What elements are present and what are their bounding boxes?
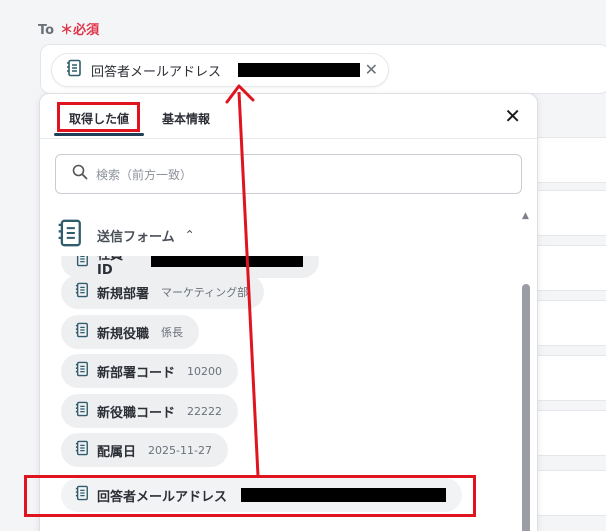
to-label-text: To <box>38 23 55 38</box>
scroll-up-arrow[interactable]: ▲ <box>522 211 529 221</box>
search-input[interactable]: 検索（前方一致） <box>55 154 522 194</box>
highlight-box-tab <box>57 102 140 132</box>
spreadsheet-icon <box>75 256 89 271</box>
background-row <box>536 245 606 291</box>
item-name: 新規役職 <box>97 326 150 342</box>
redacted-value <box>238 63 360 77</box>
item-value: 22222 <box>187 404 223 418</box>
to-field-label: To ＊必須 <box>38 19 99 38</box>
background-row <box>536 470 606 516</box>
chevron-up-icon[interactable]: ⌃ <box>185 228 195 242</box>
background-row <box>536 410 606 456</box>
item-value: 10200 <box>187 364 223 378</box>
list-item[interactable]: 新役職コード 22222 <box>61 394 239 428</box>
variable-picker-dropdown: 取得した値 基本情報 ✕ 検索（前方一致） 送信フォーム ⌃ ▲ 社員ID 新規… <box>39 93 538 531</box>
spreadsheet-icon <box>57 218 83 252</box>
scrollbar-thumb[interactable] <box>522 284 530 531</box>
item-value: 係長 <box>161 326 184 339</box>
spreadsheet-icon <box>75 401 89 421</box>
item-name: 配属日 <box>97 444 137 460</box>
section-header-form[interactable]: 送信フォーム ⌃ <box>57 218 195 252</box>
remove-chip-icon[interactable]: ✕ <box>365 60 378 79</box>
list-item[interactable]: 新規部署 マーケティング部 <box>61 275 265 309</box>
background-row <box>536 300 606 346</box>
tab-bar: 取得した値 基本情報 ✕ <box>40 94 537 139</box>
background-row <box>536 355 606 401</box>
spreadsheet-icon <box>66 59 82 81</box>
tab-basic-info[interactable]: 基本情報 <box>162 110 210 127</box>
spreadsheet-icon <box>75 440 89 460</box>
background-row <box>536 137 606 183</box>
active-tab-underline <box>54 133 144 136</box>
search-icon <box>72 164 88 184</box>
search-placeholder: 検索（前方一致） <box>96 167 193 182</box>
background-row <box>536 190 606 236</box>
list-item[interactable]: 新規役職 係長 <box>61 315 200 349</box>
spreadsheet-icon <box>75 361 89 381</box>
spreadsheet-icon <box>75 322 89 342</box>
required-mark: ＊必須 <box>60 23 100 38</box>
highlight-box-item <box>24 475 476 517</box>
list-item[interactable]: 配属日 2025-11-27 <box>61 433 228 467</box>
close-icon[interactable]: ✕ <box>504 104 521 128</box>
item-name: 新役職コード <box>97 405 176 421</box>
item-value: 2025-11-27 <box>148 443 212 457</box>
list-item[interactable]: 新部署コード 10200 <box>61 354 239 388</box>
to-chip-label: 回答者メールアドレス <box>91 64 222 80</box>
redacted-value <box>150 256 303 267</box>
to-selected-chip[interactable]: 回答者メールアドレス ✕ <box>51 53 389 87</box>
item-value: マーケティング部 <box>161 286 249 299</box>
item-name: 新規部署 <box>97 286 150 302</box>
section-label: 送信フォーム <box>97 229 175 245</box>
spreadsheet-icon <box>75 282 89 302</box>
item-name: 新部署コード <box>97 365 176 381</box>
